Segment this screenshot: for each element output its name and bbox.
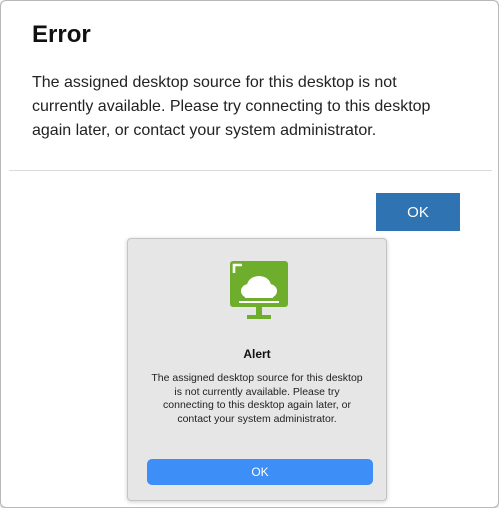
desktop-cloud-icon bbox=[230, 261, 288, 321]
alert-title: Alert bbox=[243, 347, 271, 361]
ok-button[interactable]: OK bbox=[376, 193, 460, 231]
dialog-message: The assigned desktop source for this des… bbox=[32, 74, 431, 139]
alert-ok-button[interactable]: OK bbox=[147, 459, 373, 485]
divider bbox=[9, 170, 492, 171]
alert-dialog: Alert The assigned desktop source for th… bbox=[127, 238, 387, 501]
error-dialog: Error The assigned desktop source for th… bbox=[0, 0, 499, 508]
dialog-title: Error bbox=[32, 21, 91, 48]
alert-message: The assigned desktop source for this des… bbox=[151, 372, 363, 425]
